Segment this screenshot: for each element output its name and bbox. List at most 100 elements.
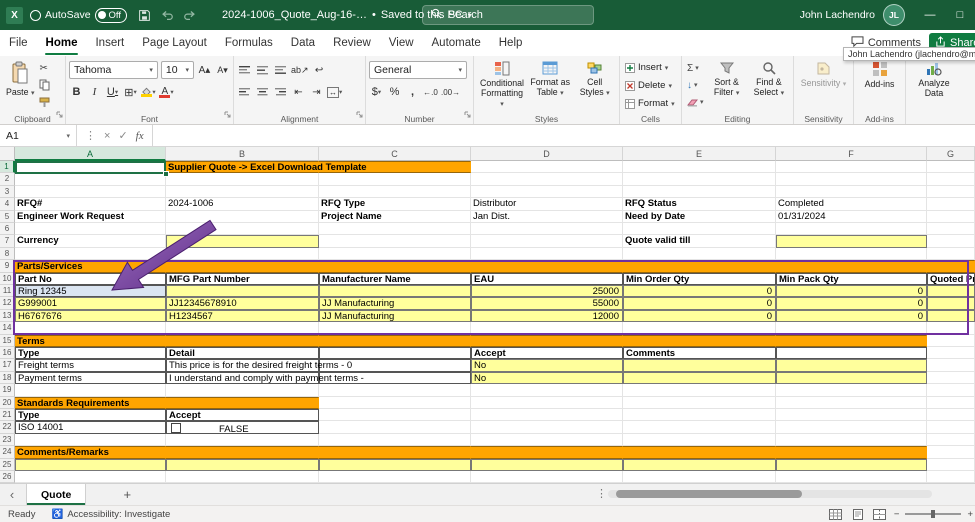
row-header-5[interactable]: 5 — [0, 211, 15, 223]
cell-A3[interactable] — [15, 186, 166, 198]
search-input[interactable]: Search — [422, 5, 594, 25]
tab-formulas[interactable]: Formulas — [216, 30, 282, 56]
cell-B8[interactable] — [166, 248, 319, 260]
column-header-D[interactable]: D — [471, 147, 623, 161]
cell-F23[interactable] — [776, 434, 927, 446]
cell-D17[interactable]: No — [471, 359, 623, 371]
scrollbar-splitter[interactable]: ⋮ — [596, 487, 607, 500]
cell-F21[interactable] — [776, 409, 927, 421]
cell-C2[interactable] — [319, 173, 471, 185]
cell-F5[interactable]: 01/31/2024 — [776, 211, 927, 223]
row-header-9[interactable]: 9 — [0, 260, 15, 272]
cell-D15[interactable] — [471, 335, 623, 347]
currency-format-button[interactable]: $▾ — [369, 83, 384, 101]
cell-E4[interactable]: RFQ Status — [623, 198, 776, 210]
cell-D2[interactable] — [471, 173, 623, 185]
cell-B1[interactable]: Supplier Quote -> Excel Download Templat… — [166, 161, 319, 173]
cell-F19[interactable] — [776, 384, 927, 396]
row-header-23[interactable]: 23 — [0, 434, 15, 446]
cell-F7[interactable] — [776, 235, 927, 247]
cell-B15[interactable] — [166, 335, 319, 347]
cell-E6[interactable] — [623, 223, 776, 235]
cell-D24[interactable] — [471, 446, 623, 458]
cell-C19[interactable] — [319, 384, 471, 396]
cell-E12[interactable]: 0 — [623, 297, 776, 309]
cell-G6[interactable] — [927, 223, 975, 235]
cell-C3[interactable] — [319, 186, 471, 198]
row-header-3[interactable]: 3 — [0, 186, 15, 198]
cell-A13[interactable]: H6767676 — [15, 310, 166, 322]
cell-F9[interactable] — [776, 260, 927, 272]
cell-G11[interactable] — [927, 285, 975, 297]
row-header-4[interactable]: 4 — [0, 198, 15, 210]
underline-button[interactable]: U▾ — [105, 83, 120, 101]
merge-center-button[interactable]: ↔▾ — [327, 83, 342, 101]
prev-sheet-button[interactable]: ‹ — [4, 487, 20, 502]
cell-E16[interactable]: Comments — [623, 347, 776, 359]
tab-page-layout[interactable]: Page Layout — [133, 30, 216, 56]
cell-A2[interactable] — [15, 173, 166, 185]
cell-F22[interactable] — [776, 421, 927, 433]
scrollbar-thumb[interactable] — [616, 490, 802, 498]
tab-review[interactable]: Review — [324, 30, 380, 56]
cell-A18[interactable]: Payment terms — [15, 372, 166, 384]
autosum-button[interactable]: Σ▾ — [687, 61, 704, 75]
cell-B13[interactable]: H1234567 — [166, 310, 319, 322]
cell-A25[interactable] — [15, 459, 166, 471]
increase-font-button[interactable]: A▴ — [197, 61, 212, 79]
cell-A12[interactable]: G999001 — [15, 297, 166, 309]
sensitivity-button[interactable]: Sensitivity ▾ — [797, 59, 850, 113]
cell-B9[interactable] — [166, 260, 319, 272]
zoom-slider-thumb[interactable] — [931, 510, 935, 518]
row-header-14[interactable]: 14 — [0, 322, 15, 334]
cell-G23[interactable] — [927, 434, 975, 446]
cell-G5[interactable] — [927, 211, 975, 223]
cell-B22[interactable]: FALSE — [166, 421, 319, 433]
excel-app-icon[interactable]: X — [6, 7, 23, 24]
column-header-A[interactable]: A — [15, 147, 166, 161]
row-header-2[interactable]: 2 — [0, 173, 15, 185]
decrease-indent-button[interactable]: ⇤ — [291, 83, 306, 101]
cell-D21[interactable] — [471, 409, 623, 421]
addins-button[interactable]: Add-ins — [857, 59, 902, 113]
paste-button[interactable]: Paste ▾ — [3, 59, 37, 113]
cell-E8[interactable] — [623, 248, 776, 260]
cell-D26[interactable] — [471, 471, 623, 483]
align-center-button[interactable] — [255, 83, 270, 101]
column-header-G[interactable]: G — [927, 147, 975, 161]
cell-E9[interactable] — [623, 260, 776, 272]
row-header-22[interactable]: 22 — [0, 421, 15, 433]
cell-A23[interactable] — [15, 434, 166, 446]
cell-F20[interactable] — [776, 397, 927, 409]
analyze-data-button[interactable]: Analyze Data — [909, 59, 959, 113]
tab-file[interactable]: File — [0, 30, 37, 56]
align-left-button[interactable] — [237, 83, 252, 101]
name-box[interactable]: A1 ▾ — [0, 125, 77, 146]
cell-G26[interactable] — [927, 471, 975, 483]
formula-bar-handle[interactable]: ⋮ — [85, 129, 96, 142]
row-header-17[interactable]: 17 — [0, 359, 15, 371]
cell-F4[interactable]: Completed — [776, 198, 927, 210]
cell-G1[interactable] — [927, 161, 975, 173]
cell-C21[interactable] — [319, 409, 471, 421]
undo-icon[interactable] — [160, 9, 174, 21]
cell-B16[interactable]: Detail — [166, 347, 319, 359]
cell-B23[interactable] — [166, 434, 319, 446]
cell-F11[interactable]: 0 — [776, 285, 927, 297]
row-header-11[interactable]: 11 — [0, 285, 15, 297]
cell-G13[interactable] — [927, 310, 975, 322]
row-header-16[interactable]: 16 — [0, 347, 15, 359]
cell-A24[interactable]: Comments/Remarks — [15, 446, 166, 458]
enter-icon[interactable]: ✓ — [118, 129, 127, 142]
row-header-12[interactable]: 12 — [0, 297, 15, 309]
cell-D18[interactable]: No — [471, 372, 623, 384]
column-header-E[interactable]: E — [623, 147, 776, 161]
format-as-table-button[interactable]: Format as Table ▾ — [527, 59, 573, 113]
cell-G25[interactable] — [927, 459, 975, 471]
page-layout-view-button[interactable] — [850, 508, 866, 521]
italic-button[interactable]: I — [87, 83, 102, 101]
cell-A22[interactable]: ISO 14001 — [15, 421, 166, 433]
cell-F26[interactable] — [776, 471, 927, 483]
cell-D1[interactable] — [471, 161, 623, 173]
cell-C22[interactable] — [319, 421, 471, 433]
